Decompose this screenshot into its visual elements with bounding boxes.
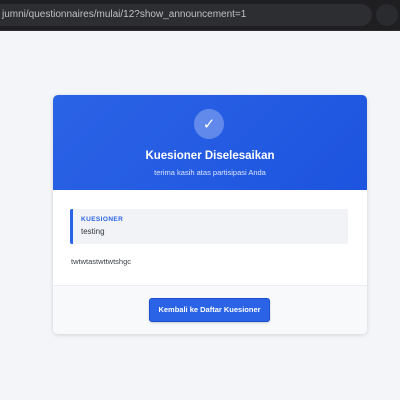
card-header: ✓ Kuesioner Diselesaikan terima kasih at… (53, 95, 367, 190)
questionnaire-label: KUESIONER (81, 216, 124, 223)
toolbar-button[interactable] (376, 4, 398, 26)
questionnaire-info-box: KUESIONER testing (70, 209, 348, 244)
completion-card: ✓ Kuesioner Diselesaikan terima kasih at… (53, 95, 367, 334)
completion-message: twtwtastwttwtshgc (71, 257, 132, 266)
checkmark-icon: ✓ (194, 109, 224, 139)
back-to-list-button[interactable]: Kembali ke Daftar Kuesioner (149, 298, 270, 322)
browser-toolbar: jumni/questionnaires/mulai/12?show_annou… (0, 0, 400, 31)
card-footer: Kembali ke Daftar Kuesioner (53, 285, 367, 334)
completion-subtitle: terima kasih atas partisipasi Anda (154, 168, 266, 177)
address-bar[interactable]: jumni/questionnaires/mulai/12?show_annou… (0, 4, 372, 26)
completion-title: Kuesioner Diselesaikan (145, 150, 275, 162)
questionnaire-name: testing (81, 227, 105, 236)
